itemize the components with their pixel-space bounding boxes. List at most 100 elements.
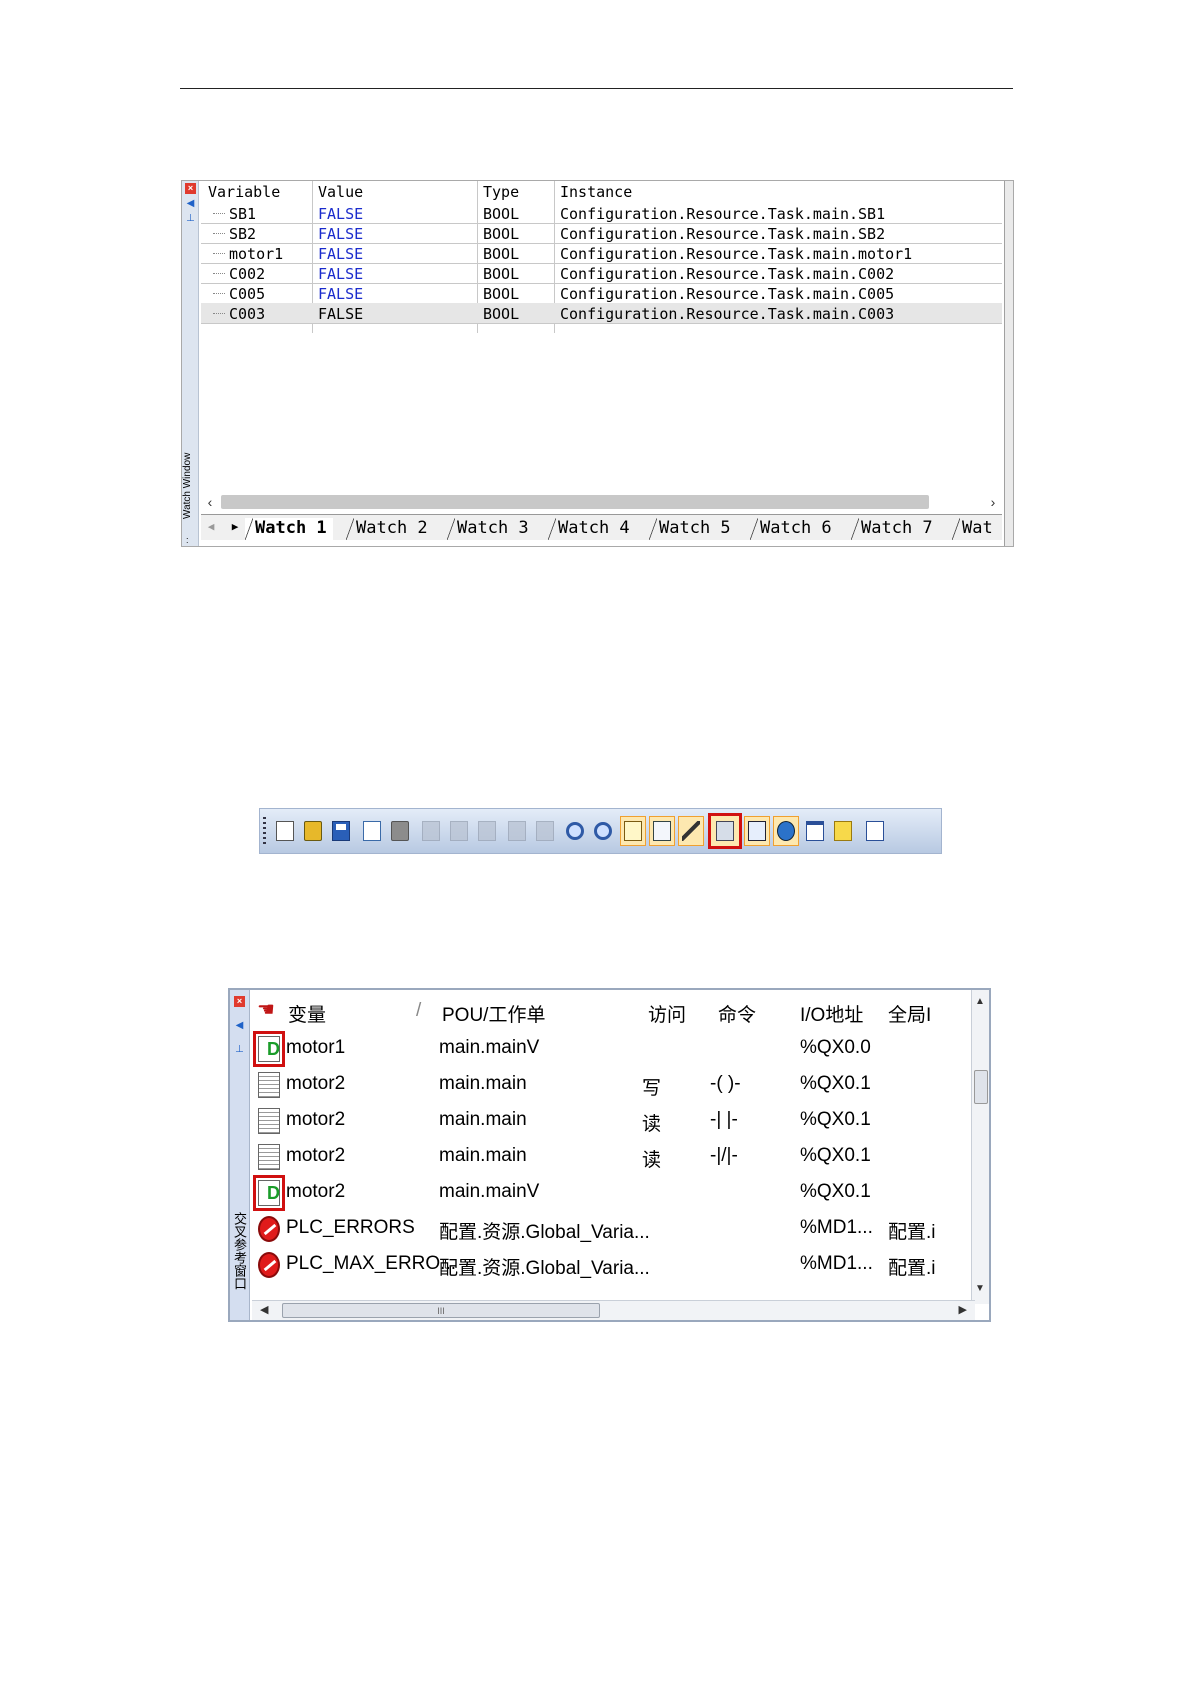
xref-pou: 配置.资源.Global_Varia...	[439, 1222, 650, 1243]
scroll-thumb[interactable]: III	[282, 1303, 600, 1318]
scroll-down-icon[interactable]: ▼	[975, 1283, 985, 1294]
watch-horizontal-scrollbar[interactable]: ‹ ›	[201, 493, 1002, 511]
table-row[interactable]: PLC_ERRORS 配置.资源.Global_Varia... %MD1... 配置…	[252, 1212, 975, 1248]
variable-name[interactable]: motor1	[229, 245, 283, 263]
variable-value[interactable]: FALSE	[318, 205, 363, 223]
table-row[interactable]: C005 FALSE BOOL Configuration.Resource.Task…	[201, 283, 1002, 304]
xref-pou: main.main	[439, 1109, 527, 1130]
pin-icon[interactable]: ⊥	[185, 213, 196, 224]
window-button[interactable]	[802, 816, 828, 846]
scroll-left-icon[interactable]: ‹	[201, 493, 219, 511]
table-row[interactable]: SB1 FALSE BOOL Configuration.Resource.Task.…	[201, 203, 1002, 224]
table-row[interactable]: SB2 FALSE BOOL Configuration.Resource.Task.…	[201, 223, 1002, 244]
close-icon[interactable]: ×	[234, 996, 245, 1007]
table-row[interactable]: motor2 main.mainV %QX0.1	[252, 1175, 975, 1212]
table-row[interactable]: motor2 main.main 写 -( )- %QX0.1	[252, 1068, 975, 1104]
variable-value[interactable]: FALSE	[318, 305, 363, 323]
scroll-right-icon[interactable]: ›	[984, 493, 1002, 511]
edit-wizard-button[interactable]	[678, 816, 704, 846]
table-row[interactable]: C002 FALSE BOOL Configuration.Resource.Task…	[201, 263, 1002, 284]
properties-button[interactable]	[862, 816, 888, 846]
scroll-right-icon[interactable]: ▶	[959, 1303, 967, 1316]
table-row[interactable]: C003 FALSE BOOL Configuration.Resource.Task…	[201, 303, 1002, 324]
variable-value[interactable]: FALSE	[318, 285, 363, 303]
column-header-access[interactable]: 访问	[648, 1000, 686, 1027]
undo-button[interactable]	[504, 816, 530, 846]
variable-value[interactable]: FALSE	[318, 265, 363, 283]
tab-watch-6[interactable]: Watch 6	[750, 518, 838, 540]
pin-icon[interactable]: ⊥	[234, 1044, 245, 1055]
xref-io-address: %MD1...	[800, 1217, 873, 1238]
tab-prev-icon[interactable]: ◀	[203, 518, 219, 536]
error-icon	[258, 1216, 280, 1242]
print-button[interactable]	[387, 816, 413, 846]
table-row[interactable]: PLC_MAX_ERRO... 配置.资源.Global_Varia... %MD1…	[252, 1248, 975, 1284]
table-row[interactable]: motor1 main.mainV %QX0.0	[252, 1031, 975, 1068]
zoom-out-button[interactable]	[590, 816, 616, 846]
arrow-left-icon[interactable]: ◀	[234, 1020, 245, 1031]
copy-button[interactable]	[446, 816, 472, 846]
paste-icon	[478, 821, 496, 841]
new-file-button[interactable]	[272, 816, 298, 846]
paste-button[interactable]	[474, 816, 500, 846]
cross-reference-horizontal-scrollbar[interactable]: ◀ III ▶	[252, 1300, 975, 1320]
variable-instance: Configuration.Resource.Task.main.C003	[560, 305, 895, 323]
column-header-global[interactable]: 全局I	[888, 1000, 931, 1027]
library-window-button[interactable]	[620, 816, 646, 846]
variable-name[interactable]: C003	[229, 305, 265, 323]
library-window-icon	[624, 821, 642, 841]
tab-watch-2[interactable]: Watch 2	[346, 518, 434, 540]
hand-pointer-icon[interactable]: ☚	[257, 997, 275, 1022]
column-header-pou[interactable]: POU/工作单	[442, 1000, 545, 1027]
column-header-instance[interactable]: Instance	[560, 183, 632, 201]
xref-variable: motor2	[286, 1109, 346, 1130]
redo-button[interactable]	[532, 816, 558, 846]
arrow-left-icon[interactable]: ◀	[185, 198, 196, 209]
logic-analyzer-button[interactable]	[773, 816, 799, 846]
variable-name[interactable]: C005	[229, 285, 265, 303]
window-icon	[806, 821, 824, 841]
save-button[interactable]	[328, 816, 354, 846]
tab-watch-5[interactable]: Watch 5	[649, 518, 737, 540]
watch-vertical-scrollbar[interactable]	[1004, 181, 1013, 546]
scroll-up-icon[interactable]: ▲	[975, 996, 985, 1007]
notes-button[interactable]	[830, 816, 856, 846]
table-row[interactable]: motor2 main.main 读 -|/|- %QX0.1	[252, 1140, 975, 1176]
tab-watch-8[interactable]: Wat	[952, 518, 999, 540]
table-row[interactable]: motor2 main.main 读 -| |- %QX0.1	[252, 1104, 975, 1140]
table-row[interactable]: motor1 FALSE BOOL Configuration.Resource.Ta…	[201, 243, 1002, 264]
worksheet-page-icon	[258, 1144, 280, 1170]
zoom-in-button[interactable]	[562, 816, 588, 846]
scroll-thumb[interactable]	[974, 1070, 988, 1104]
toolbar-grip[interactable]	[263, 817, 266, 847]
scroll-left-icon[interactable]: ◀	[260, 1303, 268, 1316]
scroll-thumb[interactable]	[221, 495, 929, 509]
column-header-variable[interactable]: 变量	[288, 1000, 326, 1027]
column-header-variable[interactable]: Variable	[208, 183, 280, 201]
open-button[interactable]	[300, 816, 326, 846]
cross-reference-window-button[interactable]	[708, 813, 742, 849]
column-header-type[interactable]: Type	[483, 183, 519, 201]
xref-variable: PLC_ERRORS	[286, 1217, 415, 1238]
column-header-value[interactable]: Value	[318, 183, 363, 201]
variable-value[interactable]: FALSE	[318, 225, 363, 243]
cut-button[interactable]	[418, 816, 444, 846]
tab-watch-4[interactable]: Watch 4	[548, 518, 636, 540]
tab-watch-7[interactable]: Watch 7	[851, 518, 939, 540]
variable-name[interactable]: SB1	[229, 205, 256, 223]
close-icon[interactable]: ×	[185, 183, 196, 194]
variable-value[interactable]: FALSE	[318, 245, 363, 263]
cross-reference-vertical-scrollbar[interactable]: ▲ ▼	[971, 990, 989, 1304]
column-header-io-address[interactable]: I/O地址	[800, 1000, 863, 1027]
tab-watch-1[interactable]: Watch 1	[245, 518, 333, 540]
output-window-button[interactable]	[649, 816, 675, 846]
open-icon	[304, 821, 322, 841]
tab-watch-3[interactable]: Watch 3	[447, 518, 535, 540]
variable-name[interactable]: C002	[229, 265, 265, 283]
variable-name[interactable]: SB2	[229, 225, 256, 243]
tree-connector	[213, 253, 225, 254]
tab-next-icon[interactable]: ▶	[227, 518, 243, 536]
column-header-command[interactable]: 命令	[718, 1000, 756, 1027]
print-preview-button[interactable]	[359, 816, 385, 846]
watch-window-button[interactable]	[744, 816, 770, 846]
